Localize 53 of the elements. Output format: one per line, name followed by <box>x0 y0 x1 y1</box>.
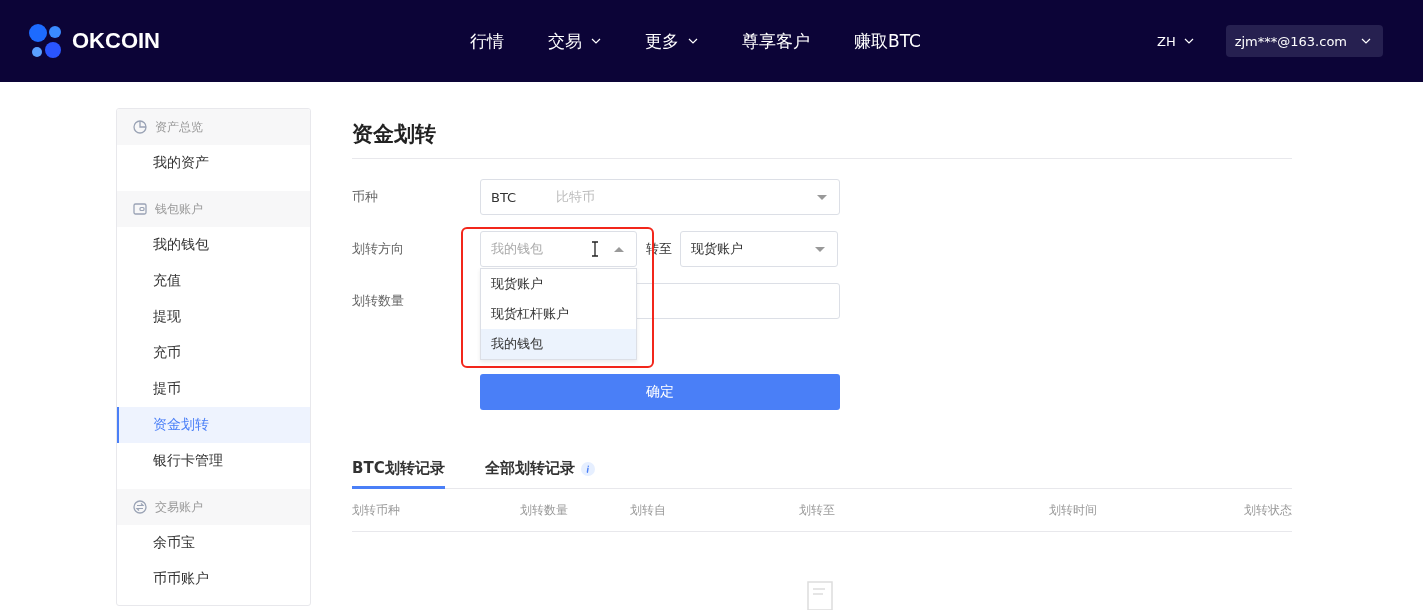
account-button[interactable]: zjm***@163.com <box>1225 25 1383 57</box>
section-title: 资产总览 <box>155 118 203 136</box>
sidebar-item[interactable]: 充值 <box>117 263 310 299</box>
text-cursor-icon <box>591 241 599 257</box>
logo-text[interactable]: OKCOIN <box>72 28 160 54</box>
currency-code: BTC <box>491 189 517 205</box>
sidebar-item[interactable]: 余币宝 <box>117 525 310 561</box>
chevron-down-icon <box>591 38 601 44</box>
column-header: 划转时间 <box>1049 501 1098 519</box>
sidebar-item[interactable]: 提币 <box>117 371 310 407</box>
currency-name: 比特币 <box>556 188 596 206</box>
column-header: 划转自 <box>630 501 667 519</box>
sidebar-item[interactable]: 币币账户 <box>117 561 310 597</box>
caret-up-icon <box>614 246 624 252</box>
chevron-down-icon <box>688 38 698 44</box>
sidebar-item[interactable]: 资金划转 <box>117 407 310 443</box>
wallet-icon <box>133 202 147 216</box>
section-title: 钱包账户 <box>155 200 203 218</box>
tab[interactable]: 全部划转记录 <box>484 459 595 489</box>
column-header: 划转币种 <box>352 501 401 519</box>
chevron-down-icon <box>1361 38 1371 44</box>
dropdown-option[interactable]: 我的钱包 <box>481 329 636 359</box>
pie-chart-icon <box>133 120 147 134</box>
column-header: 划转至 <box>799 501 836 519</box>
section-title: 交易账户 <box>155 498 203 516</box>
sidebar-item[interactable]: 我的资产 <box>117 145 310 181</box>
to-account-select[interactable]: 现货账户 <box>680 231 838 267</box>
column-header: 划转数量 <box>520 501 569 519</box>
dropdown-option[interactable]: 现货账户 <box>481 269 636 299</box>
sidebar-item[interactable]: 我的钱包 <box>117 227 310 263</box>
nav-link[interactable]: 尊享客户 <box>742 29 810 53</box>
tab[interactable]: BTC划转记录 <box>352 459 445 489</box>
field-label: 划转方向 <box>352 240 405 258</box>
nav-link[interactable]: 更多 <box>645 29 698 53</box>
nav-link[interactable]: 赚取BTC <box>854 29 921 53</box>
exchange-icon <box>133 500 147 514</box>
confirm-button[interactable]: 确定 <box>480 374 840 410</box>
field-label: 币种 <box>352 188 379 206</box>
language-selector[interactable]: ZH <box>1157 33 1194 49</box>
caret-down-icon <box>817 194 827 200</box>
field-label: 划转数量 <box>352 292 405 310</box>
sidebar-item[interactable]: 提现 <box>117 299 310 335</box>
currency-select[interactable]: BTC 比特币 <box>480 179 840 215</box>
column-header: 划转状态 <box>1244 501 1292 519</box>
nav-link[interactable]: 交易 <box>548 29 601 53</box>
page-title: 资金划转 <box>352 120 1292 159</box>
nav-link[interactable]: 行情 <box>470 29 504 53</box>
info-icon <box>580 461 595 476</box>
caret-down-icon <box>815 246 825 252</box>
chevron-down-icon <box>1183 38 1194 44</box>
sidebar-item[interactable]: 银行卡管理 <box>117 443 310 479</box>
dropdown-option[interactable]: 现货杠杆账户 <box>481 299 636 329</box>
sidebar-item[interactable]: 充币 <box>117 335 310 371</box>
